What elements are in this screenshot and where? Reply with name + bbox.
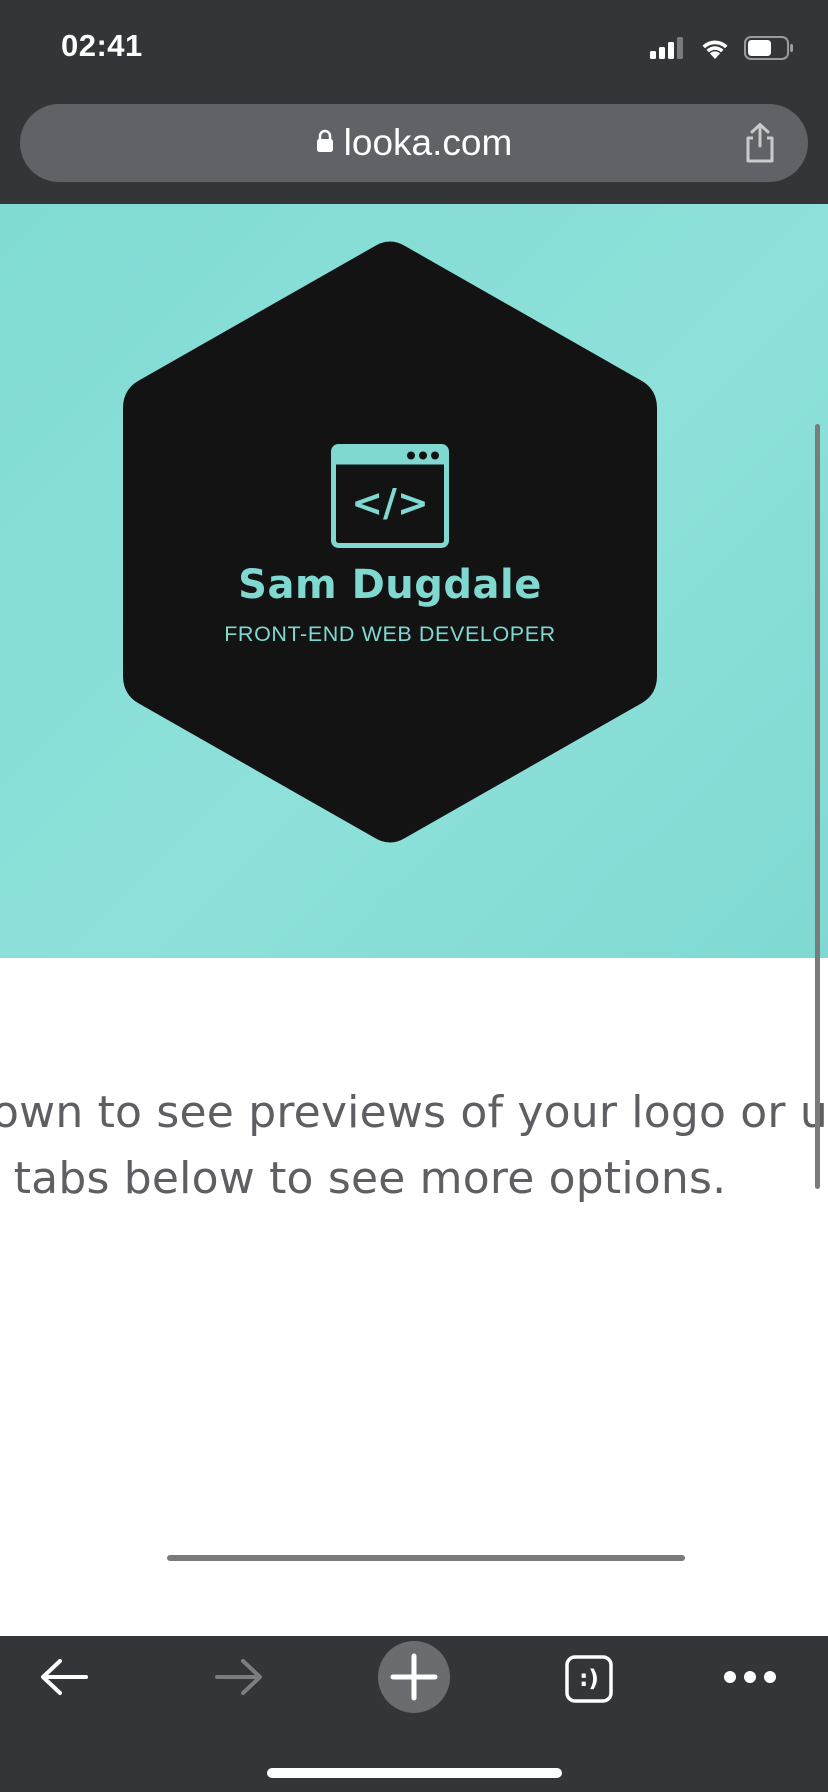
url-text: looka.com xyxy=(343,122,513,163)
more-button[interactable] xyxy=(700,1636,800,1722)
address-bar[interactable]: looka.com xyxy=(20,104,808,182)
bottom-toolbar: :) xyxy=(0,1636,828,1792)
lock-icon xyxy=(316,129,334,158)
wifi-icon xyxy=(700,36,730,65)
code-window-icon: </> xyxy=(331,444,449,548)
back-arrow-icon xyxy=(38,1657,90,1702)
back-button[interactable] xyxy=(14,1636,114,1722)
forward-button[interactable] xyxy=(189,1636,289,1722)
code-symbol: </> xyxy=(351,481,429,525)
status-icons xyxy=(650,36,794,65)
new-tab-button[interactable] xyxy=(364,1636,464,1722)
logo-preview-hero: </> Sam Dugdale FRONT-END WEB DEVELOPER xyxy=(0,204,828,958)
brand-tagline: FRONT-END WEB DEVELOPER xyxy=(224,622,556,646)
share-icon[interactable] xyxy=(740,122,780,164)
tabs-icon: :) xyxy=(565,1655,613,1703)
vertical-scrollbar[interactable] xyxy=(815,424,820,1189)
more-dots-icon xyxy=(722,1669,778,1690)
plus-icon xyxy=(377,1640,451,1719)
battery-icon xyxy=(744,36,794,65)
status-time: 02:41 xyxy=(61,28,143,63)
brand-name: Sam Dugdale xyxy=(238,562,542,608)
horizontal-scrollbar[interactable] xyxy=(167,1555,685,1561)
top-chrome: 02:41 looka.com xyxy=(0,0,828,204)
tabs-count-label: :) xyxy=(579,1666,599,1692)
forward-arrow-icon xyxy=(213,1657,265,1702)
instructions-line-2: tabs below to see more options. xyxy=(13,1153,727,1204)
cellular-signal-icon xyxy=(650,37,686,64)
home-indicator[interactable] xyxy=(267,1768,562,1778)
instructions-line-1: own to see previews of your logo or u xyxy=(0,1087,828,1138)
browser-screen: 02:41 looka.com </> Sam Dugdale FRONT-EN… xyxy=(0,0,828,1792)
tabs-button[interactable]: :) xyxy=(539,1636,639,1722)
instructions-text: own to see previews of your logo or u ta… xyxy=(0,1080,828,1212)
